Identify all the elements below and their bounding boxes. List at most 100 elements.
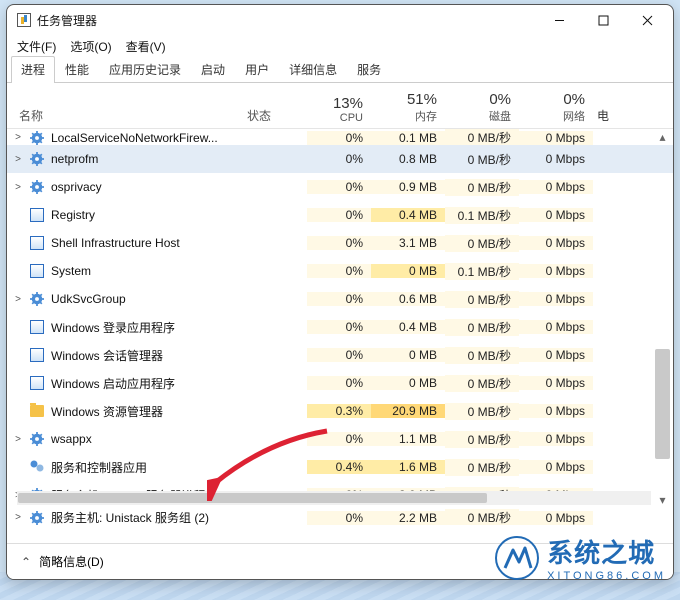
memory-cell: 0.6 MB (371, 292, 445, 306)
details-toggle-label[interactable]: 简略信息(D) (39, 553, 104, 570)
tab-4[interactable]: 用户 (235, 56, 279, 82)
expand-icon[interactable]: > (11, 294, 25, 305)
column-name[interactable]: 名称 (7, 103, 247, 128)
process-row[interactable]: >Windows 启动应用程序0%0 MB0 MB/秒0 Mbps (7, 369, 673, 397)
close-button[interactable] (625, 5, 669, 35)
gear-icon (29, 151, 45, 167)
cpu-cell: 0.4% (307, 460, 371, 474)
cpu-cell: 0% (307, 292, 371, 306)
process-name: 服务和控制器应用 (51, 459, 147, 476)
process-row[interactable]: >Windows 资源管理器0.3%20.9 MB0 MB/秒0 Mbps (7, 397, 673, 425)
column-power[interactable]: 电 (593, 103, 673, 128)
disk-cell: 0 MB/秒 (445, 235, 519, 252)
process-name: Windows 会话管理器 (51, 347, 163, 364)
titlebar[interactable]: 任务管理器 (7, 5, 673, 35)
process-row[interactable]: >LocalServiceNoNetworkFirew...0%0.1 MB0 … (7, 129, 673, 145)
tab-5[interactable]: 详细信息 (279, 56, 347, 82)
tab-6[interactable]: 服务 (347, 56, 391, 82)
window-icon (29, 235, 45, 251)
tab-1[interactable]: 性能 (55, 56, 99, 82)
process-row[interactable]: >netprofm0%0.8 MB0 MB/秒0 Mbps (7, 145, 673, 173)
disk-cell: 0.1 MB/秒 (445, 207, 519, 224)
expand-icon[interactable]: > (11, 154, 25, 165)
disk-cell: 0 MB/秒 (445, 403, 519, 420)
folder-icon (29, 403, 45, 419)
process-name: netprofm (51, 152, 98, 166)
memory-cell: 1.6 MB (371, 460, 445, 474)
menu-file[interactable]: 文件(F) (17, 38, 56, 55)
process-name: 服务主机: Unistack 服务组 (2) (51, 509, 209, 525)
disk-cell: 0 MB/秒 (445, 347, 519, 364)
disk-cell: 0 MB/秒 (445, 291, 519, 308)
cpu-cell: 0% (307, 264, 371, 278)
process-row[interactable]: >osprivacy0%0.9 MB0 MB/秒0 Mbps (7, 173, 673, 201)
tab-0[interactable]: 进程 (11, 56, 55, 82)
column-network[interactable]: 0%网络 (519, 87, 593, 128)
menu-options[interactable]: 选项(O) (70, 38, 111, 55)
memory-cell: 0.9 MB (371, 180, 445, 194)
process-name: osprivacy (51, 180, 102, 194)
process-row[interactable]: >wsappx0%1.1 MB0 MB/秒0 Mbps (7, 425, 673, 453)
process-row[interactable]: >服务主机: Unistack 服务组 (2)0%2.2 MB0 MB/秒0 M… (7, 509, 673, 525)
statusbar: ⌃ 简略信息(D) (7, 543, 673, 579)
cpu-cell: 0% (307, 208, 371, 222)
process-row[interactable]: >UdkSvcGroup0%0.6 MB0 MB/秒0 Mbps (7, 285, 673, 313)
memory-cell: 0.4 MB (371, 320, 445, 334)
gear-icon (29, 291, 45, 307)
task-manager-window: 任务管理器 文件(F) 选项(O) 查看(V) 进程性能应用历史记录启动用户详细… (6, 4, 674, 580)
memory-cell: 0.8 MB (371, 152, 445, 166)
memory-cell: 20.9 MB (371, 404, 445, 418)
minimize-button[interactable] (537, 5, 581, 35)
network-cell: 0 Mbps (519, 320, 593, 334)
column-memory[interactable]: 51%内存 (371, 87, 445, 128)
network-cell: 0 Mbps (519, 376, 593, 390)
column-cpu[interactable]: 13%CPU (307, 91, 371, 128)
scroll-up-button[interactable]: ▴ (655, 129, 670, 144)
tab-3[interactable]: 启动 (191, 56, 235, 82)
disk-cell: 0 MB/秒 (445, 151, 519, 168)
column-state[interactable]: 状态 (247, 103, 307, 128)
expand-icon[interactable]: > (11, 434, 25, 445)
network-cell: 0 Mbps (519, 511, 593, 525)
tab-2[interactable]: 应用历史记录 (99, 56, 191, 82)
vertical-scrollbar-thumb[interactable] (655, 349, 670, 459)
cpu-cell: 0% (307, 131, 371, 145)
cpu-cell: 0% (307, 432, 371, 446)
disk-cell: 0 MB/秒 (445, 319, 519, 336)
details-toggle-icon[interactable]: ⌃ (21, 555, 31, 569)
column-disk[interactable]: 0%磁盘 (445, 87, 519, 128)
services-icon (29, 459, 45, 475)
menu-view[interactable]: 查看(V) (126, 38, 166, 55)
horizontal-scrollbar-thumb[interactable] (18, 493, 487, 503)
cpu-cell: 0% (307, 376, 371, 390)
cpu-cell: 0% (307, 152, 371, 166)
expand-icon[interactable]: > (11, 182, 25, 193)
cpu-cell: 0% (307, 320, 371, 334)
scroll-down-button[interactable]: ▾ (655, 492, 670, 507)
disk-cell: 0 MB/秒 (445, 431, 519, 448)
gear-icon (29, 179, 45, 195)
process-row[interactable]: >服务和控制器应用0.4%1.6 MB0 MB/秒0 Mbps (7, 453, 673, 481)
gear-icon (29, 510, 45, 526)
column-header-row: 名称 状态 13%CPU 51%内存 0%磁盘 0%网络 电 (7, 83, 673, 129)
network-cell: 0 Mbps (519, 292, 593, 306)
horizontal-scrollbar[interactable] (17, 491, 651, 505)
disk-cell: 0 MB/秒 (445, 179, 519, 196)
disk-cell: 0 MB/秒 (445, 129, 519, 145)
network-cell: 0 Mbps (519, 404, 593, 418)
network-cell: 0 Mbps (519, 348, 593, 362)
expand-icon[interactable]: > (11, 512, 25, 523)
maximize-button[interactable] (581, 5, 625, 35)
memory-cell: 0.1 MB (371, 131, 445, 145)
process-row[interactable]: >Windows 会话管理器0%0 MB0 MB/秒0 Mbps (7, 341, 673, 369)
disk-cell: 0 MB/秒 (445, 509, 519, 525)
disk-cell: 0.1 MB/秒 (445, 263, 519, 280)
process-row[interactable]: >Windows 登录应用程序0%0.4 MB0 MB/秒0 Mbps (7, 313, 673, 341)
memory-cell: 3.1 MB (371, 236, 445, 250)
window-icon (29, 347, 45, 363)
process-row[interactable]: >Shell Infrastructure Host0%3.1 MB0 MB/秒… (7, 229, 673, 257)
process-row[interactable]: >System0%0 MB0.1 MB/秒0 Mbps (7, 257, 673, 285)
expand-icon[interactable]: > (11, 132, 25, 143)
process-rows: ▴ ▾ >LocalServiceNoNetworkFirew...0%0.1 … (7, 129, 673, 525)
process-row[interactable]: >Registry0%0.4 MB0.1 MB/秒0 Mbps (7, 201, 673, 229)
